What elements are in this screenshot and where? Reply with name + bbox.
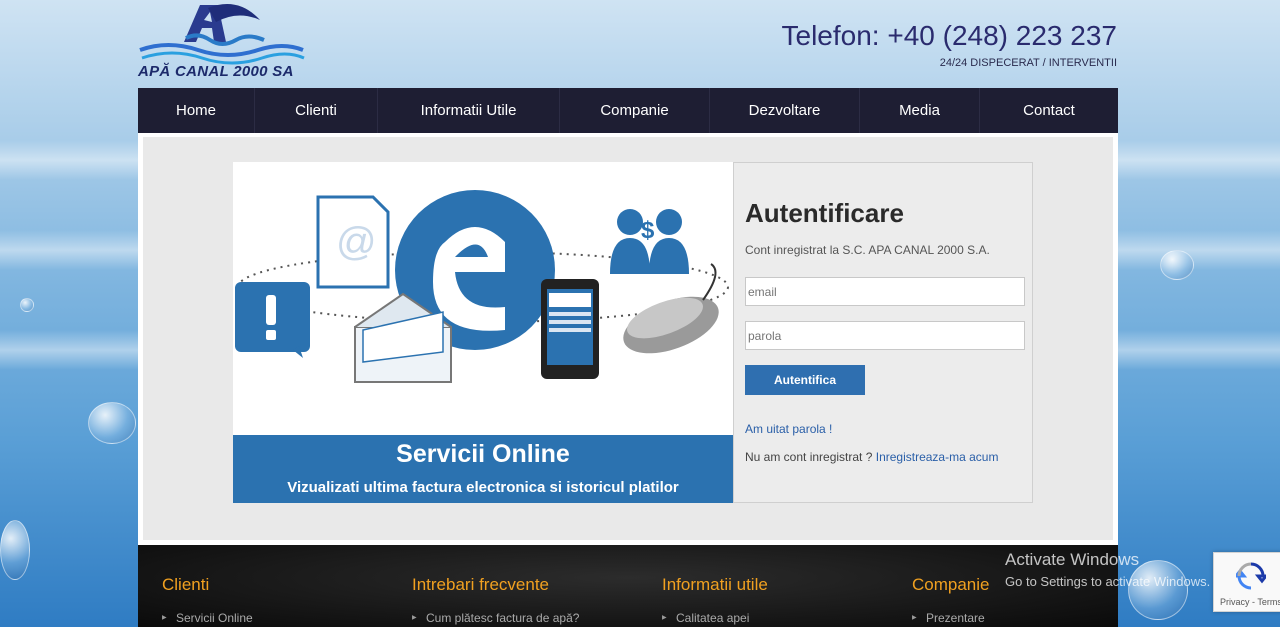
forgot-password-link[interactable]: Am uitat parola ! (745, 422, 1032, 436)
footer-link[interactable]: Cum plătesc factura de apă? (412, 611, 579, 625)
background-bubble (0, 520, 30, 580)
login-description: Cont inregistrat la S.C. APA CANAL 2000 … (745, 243, 990, 257)
footer-column-clienti: Clienti Servicii Online (162, 575, 253, 625)
nav-clienti[interactable]: Clienti (255, 88, 378, 133)
password-field[interactable] (745, 321, 1025, 350)
footer-heading: Intrebari frecvente (412, 575, 550, 594)
register-link[interactable]: Inregistreaza-ma acum (876, 450, 999, 464)
footer-heading: Clienti (162, 575, 210, 594)
watermark-subtitle: Go to Settings to activate Windows. (1005, 574, 1211, 589)
register-prompt: Nu am cont inregistrat ? Inregistreaza-m… (745, 450, 1032, 464)
footer-link[interactable]: Prezentare (912, 611, 990, 625)
nav-contact[interactable]: Contact (980, 88, 1118, 133)
login-title: Autentificare (745, 198, 904, 228)
nav-companie[interactable]: Companie (560, 88, 710, 133)
phone-subtitle: 24/24 DISPECERAT / INTERVENTII (939, 57, 1117, 69)
login-button[interactable]: Autentifica (745, 365, 865, 395)
users-dollar-icon: $ (610, 209, 689, 274)
banner-caption: Servicii Online Vizualizati ultima factu… (233, 435, 733, 503)
background-bubble (20, 298, 34, 312)
footer-link[interactable]: Calitatea apei (662, 611, 768, 625)
recaptcha-icon (1236, 562, 1266, 590)
phone-number: Telefon: +40 (248) 223 237 (781, 20, 1117, 51)
svg-text:$: $ (641, 217, 655, 244)
footer-column-intrebari: Intrebari frecvente Cum plătesc factura … (412, 575, 579, 625)
background-bubble (1160, 250, 1194, 280)
mouse-icon (623, 263, 719, 354)
nav-informatii-utile[interactable]: Informatii Utile (378, 88, 560, 133)
exclamation-icon (235, 282, 310, 358)
footer-column-companie: Companie Prezentare (912, 575, 990, 625)
nav-media[interactable]: Media (860, 88, 980, 133)
no-account-text: Nu am cont inregistrat ? (745, 450, 873, 464)
recaptcha-text[interactable]: Privacy - Terms (1220, 597, 1280, 607)
content-panel: @ $ Servicii Online Vizualizati ultima f… (143, 137, 1113, 540)
footer-heading: Companie (912, 575, 990, 594)
at-sign-icon: @ (316, 195, 390, 289)
activate-windows-watermark: Activate Windows Go to Settings to activ… (1005, 550, 1210, 589)
footer-column-informatii: Informatii utile Calitatea apei (662, 575, 768, 625)
watermark-title: Activate Windows (1005, 550, 1140, 569)
nav-dezvoltare[interactable]: Dezvoltare (710, 88, 860, 133)
banner-subtitle: Vizualizati ultima factura electronica s… (287, 479, 679, 496)
phone-icon (541, 279, 599, 379)
background-bubble (88, 402, 136, 444)
banner-illustration: @ $ (235, 190, 729, 383)
main-content: @ $ Servicii Online Vizualizati ultima f… (138, 133, 1118, 545)
footer: Clienti Servicii Online Intrebari frecve… (138, 545, 1118, 627)
banner-title: Servicii Online (396, 440, 570, 468)
footer-heading: Informatii utile (662, 575, 768, 594)
recaptcha-badge[interactable]: Privacy - Terms (1213, 552, 1280, 612)
online-services-banner[interactable]: @ $ Servicii Online Vizualizati ultima f… (233, 162, 733, 503)
nav-home[interactable]: Home (138, 88, 255, 133)
main-nav: Home Clienti Informatii Utile Companie D… (138, 88, 1118, 133)
footer-link[interactable]: Servicii Online (162, 611, 253, 625)
logo-text: APĂ CANAL 2000 SA (138, 63, 294, 80)
login-panel: Autentificare Cont inregistrat la S.C. A… (733, 162, 1033, 503)
email-field[interactable] (745, 277, 1025, 306)
svg-text:@: @ (336, 220, 377, 264)
